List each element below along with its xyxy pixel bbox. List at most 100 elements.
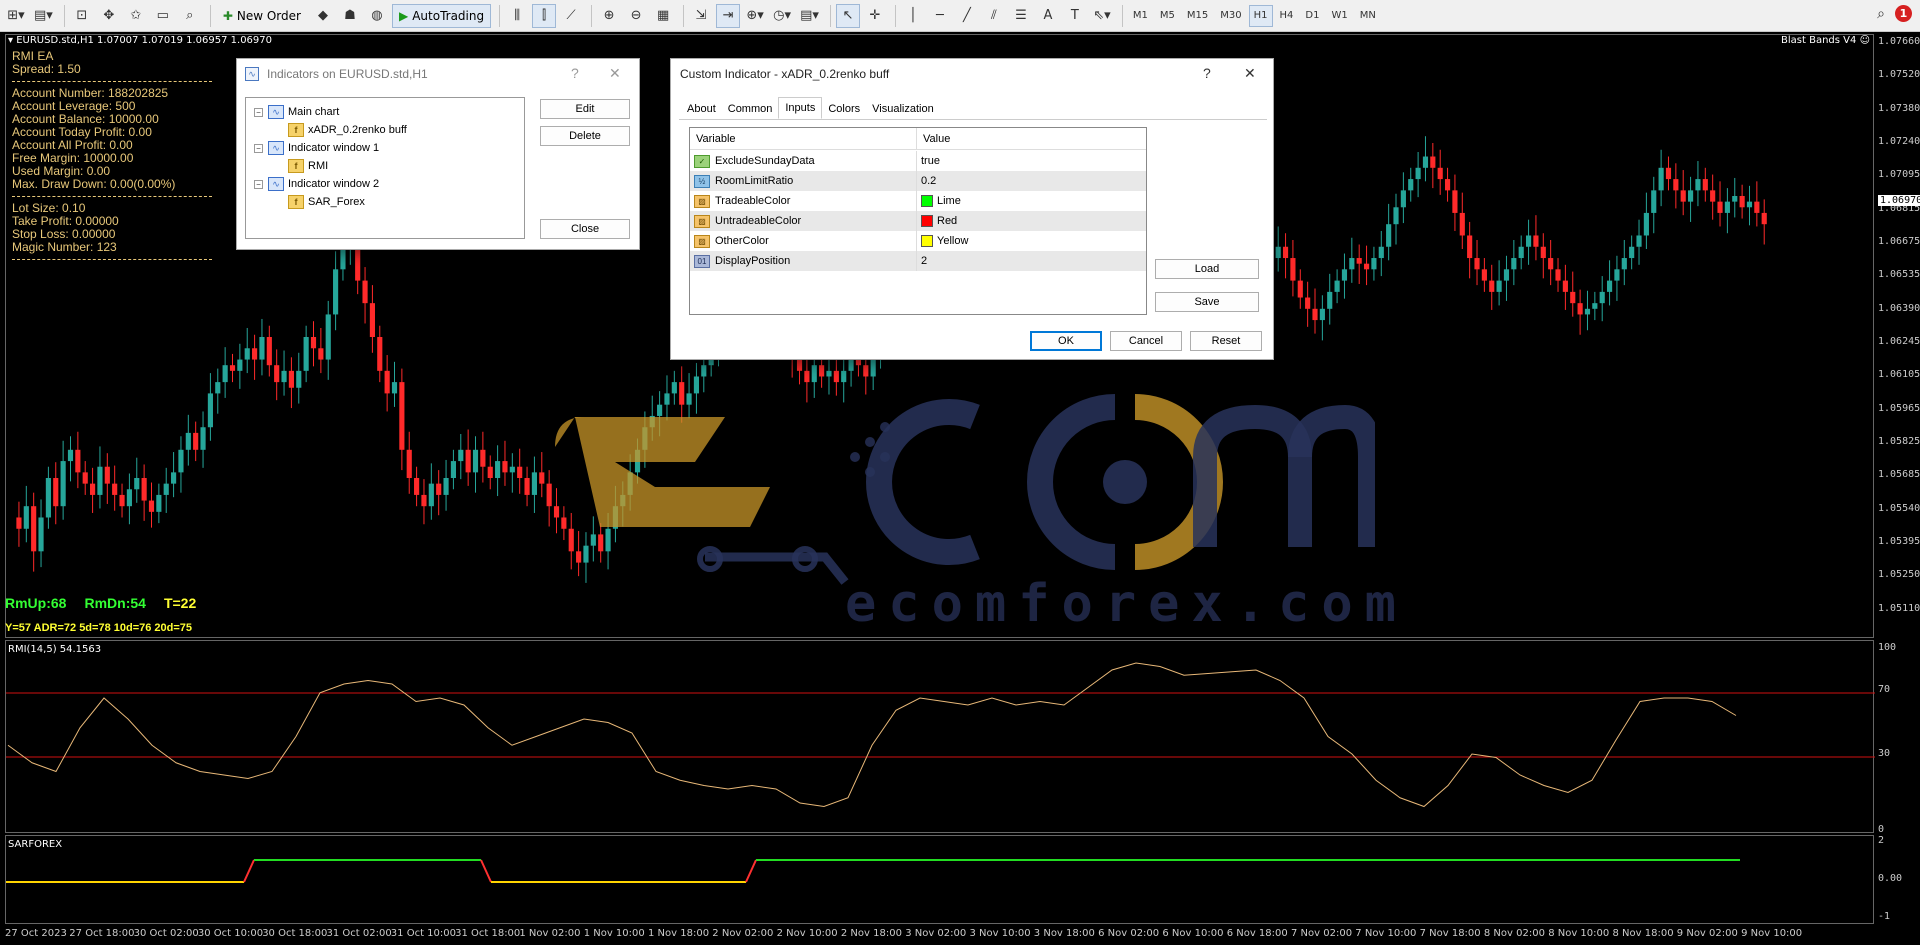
time-axis[interactable]: 27 Oct 2023 27 Oct 18:00 30 Oct 02:00 30 Oc… bbox=[5, 925, 1874, 945]
input-row[interactable]: ½ RoomLimitRatio 0.2 bbox=[690, 171, 1146, 191]
templates-icon[interactable]: ▤▾ bbox=[797, 4, 822, 28]
input-row[interactable]: ▨ UntradeableColor Red bbox=[690, 211, 1146, 231]
timeframe-m30[interactable]: M30 bbox=[1215, 5, 1246, 27]
indicators-dialog-titlebar[interactable]: ∿ Indicators on EURUSD.std,H1 ? ✕ bbox=[237, 59, 639, 89]
timeframe-m5[interactable]: M5 bbox=[1155, 5, 1180, 27]
arrows-icon[interactable]: ⇖▾ bbox=[1090, 4, 1114, 28]
chart-shift-icon[interactable]: ⇥ bbox=[716, 3, 741, 28]
fibonacci-icon[interactable]: ☰ bbox=[1009, 4, 1033, 28]
indicators-icon[interactable]: ⊕▾ bbox=[743, 4, 767, 28]
zoom-in-icon[interactable]: ⊕ bbox=[597, 4, 621, 28]
meta-editor-icon[interactable]: ◆ bbox=[311, 4, 335, 28]
rmi-axis[interactable]: 100 70 30 0 bbox=[1878, 640, 1920, 835]
timeframe-m1[interactable]: M1 bbox=[1128, 5, 1153, 27]
input-row[interactable]: 01 DisplayPosition 2 bbox=[690, 251, 1146, 271]
timeframe-h1[interactable]: H1 bbox=[1248, 4, 1273, 27]
tree-collapse-icon[interactable]: − bbox=[254, 108, 263, 117]
ok-button[interactable]: OK bbox=[1030, 331, 1102, 351]
rmi-indicator-pane[interactable] bbox=[5, 640, 1875, 833]
tab-colors[interactable]: Colors bbox=[822, 99, 866, 119]
tree-collapse-icon[interactable]: − bbox=[254, 144, 263, 153]
close-button[interactable]: Close bbox=[540, 219, 630, 239]
tree-item-xadr[interactable]: f xADR_0.2renko buff bbox=[288, 121, 407, 139]
cancel-button[interactable]: Cancel bbox=[1110, 331, 1182, 351]
close-icon[interactable]: ✕ bbox=[1244, 65, 1256, 82]
candle bbox=[325, 300, 331, 380]
tab-about[interactable]: About bbox=[681, 99, 722, 119]
tree-item-indicator-window-2[interactable]: ∿ Indicator window 2 bbox=[268, 175, 379, 193]
crosshair-icon[interactable]: ✛ bbox=[863, 4, 887, 28]
tree-item-indicator-window-1[interactable]: ∿ Indicator window 1 bbox=[268, 139, 379, 157]
load-button[interactable]: Load bbox=[1155, 259, 1259, 279]
input-value[interactable]: Red bbox=[917, 211, 957, 231]
navigator-icon[interactable]: ✩ bbox=[124, 4, 148, 28]
input-value[interactable]: true bbox=[917, 151, 940, 171]
profiles-icon[interactable]: ▤▾ bbox=[31, 4, 56, 28]
timeframe-mn[interactable]: MN bbox=[1355, 5, 1381, 27]
zoom-out-icon[interactable]: ⊖ bbox=[624, 4, 648, 28]
line-chart-icon[interactable]: ⟋ bbox=[559, 4, 583, 28]
candlestick-chart-icon[interactable]: ⫿ bbox=[532, 3, 557, 28]
indicators-dialog[interactable]: ∿ Indicators on EURUSD.std,H1 ? ✕ − ∿ Mai… bbox=[236, 58, 640, 250]
input-value[interactable]: Yellow bbox=[917, 231, 968, 251]
text-label-icon[interactable]: T bbox=[1063, 4, 1087, 28]
timeframe-m15[interactable]: M15 bbox=[1182, 5, 1213, 27]
delete-button[interactable]: Delete bbox=[540, 126, 630, 146]
terminal-icon[interactable]: ▭ bbox=[151, 4, 175, 28]
inputs-grid[interactable]: Variable Value ✓ ExcludeSundayData true ½… bbox=[689, 127, 1147, 315]
toolbar-separator bbox=[63, 4, 65, 27]
custom-indicator-dialog[interactable]: Custom Indicator - xADR_0.2renko buff ? … bbox=[670, 58, 1274, 360]
tab-common[interactable]: Common bbox=[722, 99, 779, 119]
save-button[interactable]: Save bbox=[1155, 292, 1259, 312]
input-value[interactable]: 2 bbox=[917, 251, 927, 271]
tree-item-rmi[interactable]: f RMI bbox=[288, 157, 328, 175]
candle bbox=[634, 438, 641, 484]
tree-item-sar-forex[interactable]: f SAR_Forex bbox=[288, 193, 365, 211]
periods-icon[interactable]: ◷▾ bbox=[770, 4, 794, 28]
equidistant-channel-icon[interactable]: ⫽ bbox=[982, 4, 1006, 28]
timeframe-d1[interactable]: D1 bbox=[1300, 5, 1324, 27]
signals-icon[interactable]: ☗ bbox=[338, 4, 362, 28]
globe-icon[interactable]: ◍ bbox=[365, 4, 389, 28]
edit-button[interactable]: Edit bbox=[540, 99, 630, 119]
notification-badge[interactable]: 1 bbox=[1895, 5, 1912, 22]
timeframe-w1[interactable]: W1 bbox=[1326, 5, 1352, 27]
timeframe-h4[interactable]: H4 bbox=[1275, 5, 1299, 27]
sarforex-indicator-pane[interactable] bbox=[5, 835, 1874, 924]
custom-dialog-titlebar[interactable]: Custom Indicator - xADR_0.2renko buff ? … bbox=[671, 59, 1273, 89]
candle bbox=[1327, 273, 1333, 325]
help-icon[interactable]: ? bbox=[1203, 65, 1211, 81]
tree-item-main-chart[interactable]: ∿ Main chart bbox=[268, 103, 339, 121]
auto-trading-button[interactable]: ▶ AutoTrading bbox=[391, 3, 492, 28]
new-order-button[interactable]: ✚ New Order bbox=[216, 4, 308, 28]
strategy-tester-icon[interactable]: ⌕ bbox=[178, 4, 202, 28]
auto-scroll-icon[interactable]: ⇲ bbox=[689, 4, 713, 28]
input-row[interactable]: ▨ TradeableColor Lime bbox=[690, 191, 1146, 211]
input-row[interactable]: ▨ OtherColor Yellow bbox=[690, 231, 1146, 251]
tile-windows-icon[interactable]: ▦ bbox=[651, 4, 675, 28]
trendline-icon[interactable]: ╱ bbox=[955, 4, 979, 28]
new-chart-icon[interactable]: ⊞▾ bbox=[4, 4, 28, 28]
bar-chart-icon[interactable]: ⫼ bbox=[505, 4, 529, 28]
search-icon[interactable]: ⌕ bbox=[1877, 6, 1885, 22]
candle bbox=[1511, 239, 1517, 286]
indicators-tree[interactable]: − ∿ Main chart f xADR_0.2renko buff − ∿ Ind… bbox=[245, 97, 525, 239]
text-icon[interactable]: A bbox=[1036, 4, 1060, 28]
tab-visualization[interactable]: Visualization bbox=[866, 99, 940, 119]
reset-button[interactable]: Reset bbox=[1190, 331, 1262, 351]
market-watch-icon[interactable]: ⊡ bbox=[70, 4, 94, 28]
input-row[interactable]: ✓ ExcludeSundayData true bbox=[690, 151, 1146, 171]
horizontal-line-icon[interactable]: ─ bbox=[928, 4, 952, 28]
cursor-icon[interactable]: ↖ bbox=[835, 3, 860, 28]
input-value[interactable]: 0.2 bbox=[917, 171, 936, 191]
input-value[interactable]: Lime bbox=[917, 191, 961, 211]
vertical-line-icon[interactable]: │ bbox=[901, 4, 925, 28]
candle bbox=[1334, 269, 1340, 304]
price-axis[interactable]: 1.07660 1.07520 1.07380 1.07240 1.07095 1.068… bbox=[1878, 32, 1920, 638]
tab-inputs[interactable]: Inputs bbox=[778, 97, 823, 119]
close-icon[interactable]: ✕ bbox=[609, 65, 621, 82]
help-icon[interactable]: ? bbox=[571, 65, 579, 81]
sar-axis[interactable]: 2 0.00 -1 bbox=[1878, 835, 1920, 924]
data-window-icon[interactable]: ✥ bbox=[97, 4, 121, 28]
tree-collapse-icon[interactable]: − bbox=[254, 180, 263, 189]
